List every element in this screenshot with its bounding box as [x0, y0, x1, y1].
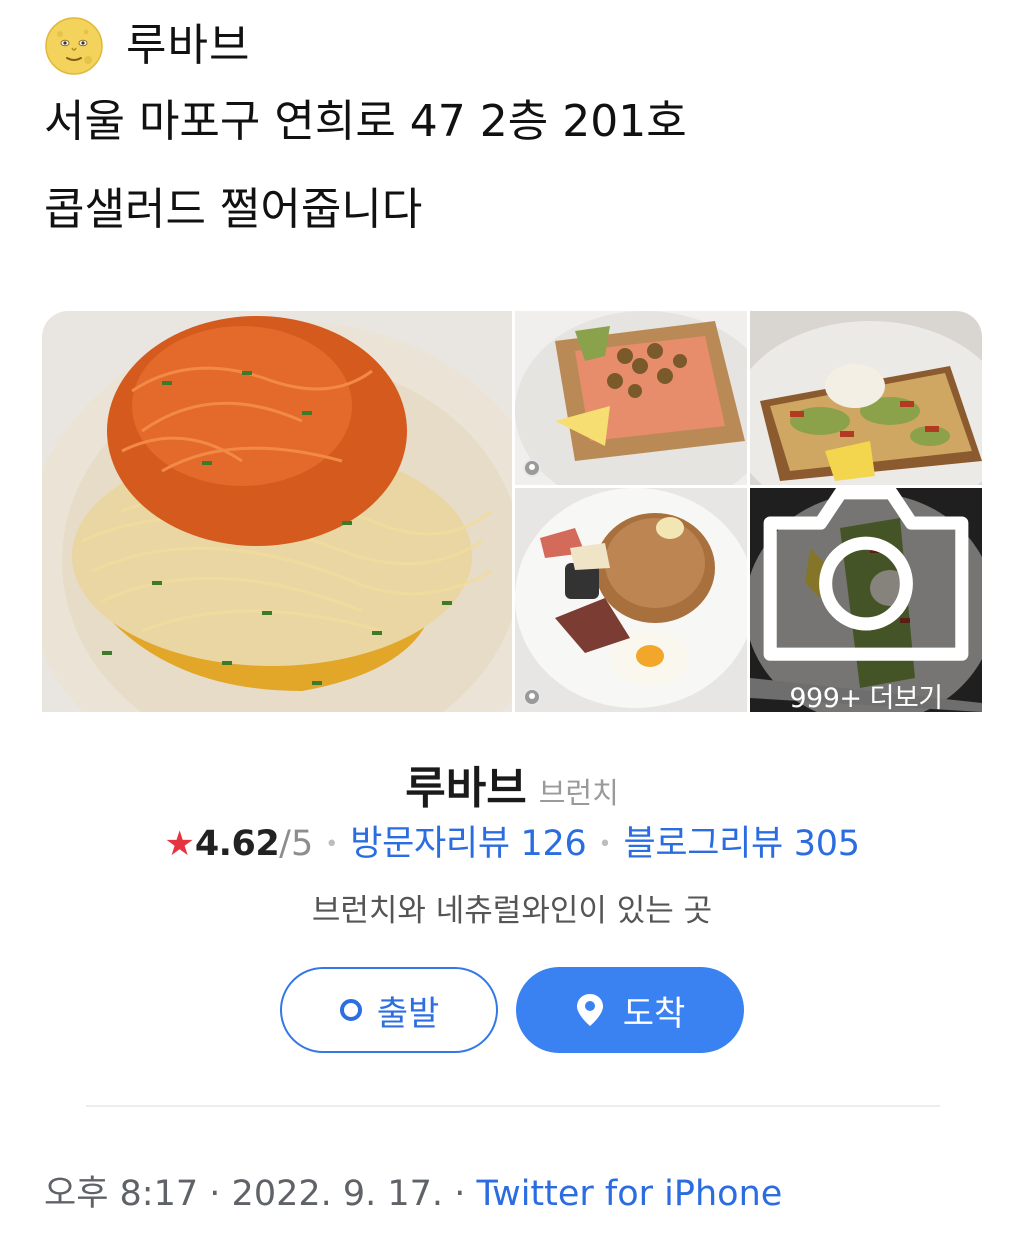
depart-button[interactable]: 출발 [280, 967, 498, 1053]
full-moon-face-icon [45, 17, 103, 75]
photo-salmon-toast[interactable] [515, 311, 747, 485]
photo-avocado-toast[interactable] [750, 311, 982, 485]
camera-icon [763, 488, 969, 661]
rating-value: 4.62 [194, 824, 280, 864]
tweet-meta: 오후 8:17 · 2022. 9. 17. · Twitter for iPh… [44, 1172, 782, 1216]
meta-separator: · [454, 1174, 466, 1214]
user-photo-badge-icon [523, 688, 541, 706]
origin-dot-icon [339, 999, 362, 1021]
tweet-text-address: 서울 마포구 연희로 47 2층 201호 [44, 96, 687, 147]
place-title[interactable]: 루바브 브런치 [0, 752, 1024, 816]
separator-dot: • [598, 832, 612, 857]
meta-separator: · [209, 1174, 221, 1214]
place-category: 브런치 [538, 776, 619, 810]
tweet-text-comment: 콥샐러드 쩔어줍니다 [44, 184, 423, 235]
blog-review-link[interactable]: 블로그리뷰 305 [623, 824, 860, 864]
tweet-detail: 루바브 서울 마포구 연희로 47 2층 201호 콥샐러드 쩔어줍니다 999… [0, 0, 1024, 1236]
more-photos-overlay[interactable]: 999+ 더보기 [750, 488, 982, 712]
tweet-time[interactable]: 오후 8:17 [44, 1174, 198, 1214]
tweet-source-link[interactable]: Twitter for iPhone [476, 1174, 782, 1214]
more-photos[interactable]: 999+ 더보기 [750, 488, 982, 712]
author-name: 루바브 [126, 20, 251, 71]
place-photo-grid[interactable]: 999+ 더보기 [42, 311, 982, 712]
tweet-date[interactable]: 2022. 9. 17. [232, 1174, 444, 1214]
location-pin-icon [576, 994, 603, 1026]
rating-max: /5 [279, 824, 314, 864]
divider [86, 1105, 940, 1107]
visitor-review-link[interactable]: 방문자리뷰 126 [350, 824, 587, 864]
arrive-button-label: 도착 [622, 993, 686, 1034]
depart-button-label: 출발 [376, 993, 440, 1034]
place-name: 루바브 [405, 763, 527, 814]
rating-row: ★4.62/5 • 방문자리뷰 126 • 블로그리뷰 305 [0, 822, 1024, 867]
user-photo-badge-icon [523, 459, 541, 477]
star-icon: ★ [164, 824, 195, 864]
photo-main[interactable] [42, 311, 512, 712]
separator-dot: • [325, 832, 339, 857]
photo-pancake-brunch[interactable] [515, 488, 747, 712]
place-description: 브런치와 네츄럴와인이 있는 곳 [311, 893, 713, 929]
more-photos-label: 999+ 더보기 [789, 683, 943, 712]
tweet-author[interactable]: 루바브 [44, 14, 250, 78]
arrive-button[interactable]: 도착 [516, 967, 744, 1053]
